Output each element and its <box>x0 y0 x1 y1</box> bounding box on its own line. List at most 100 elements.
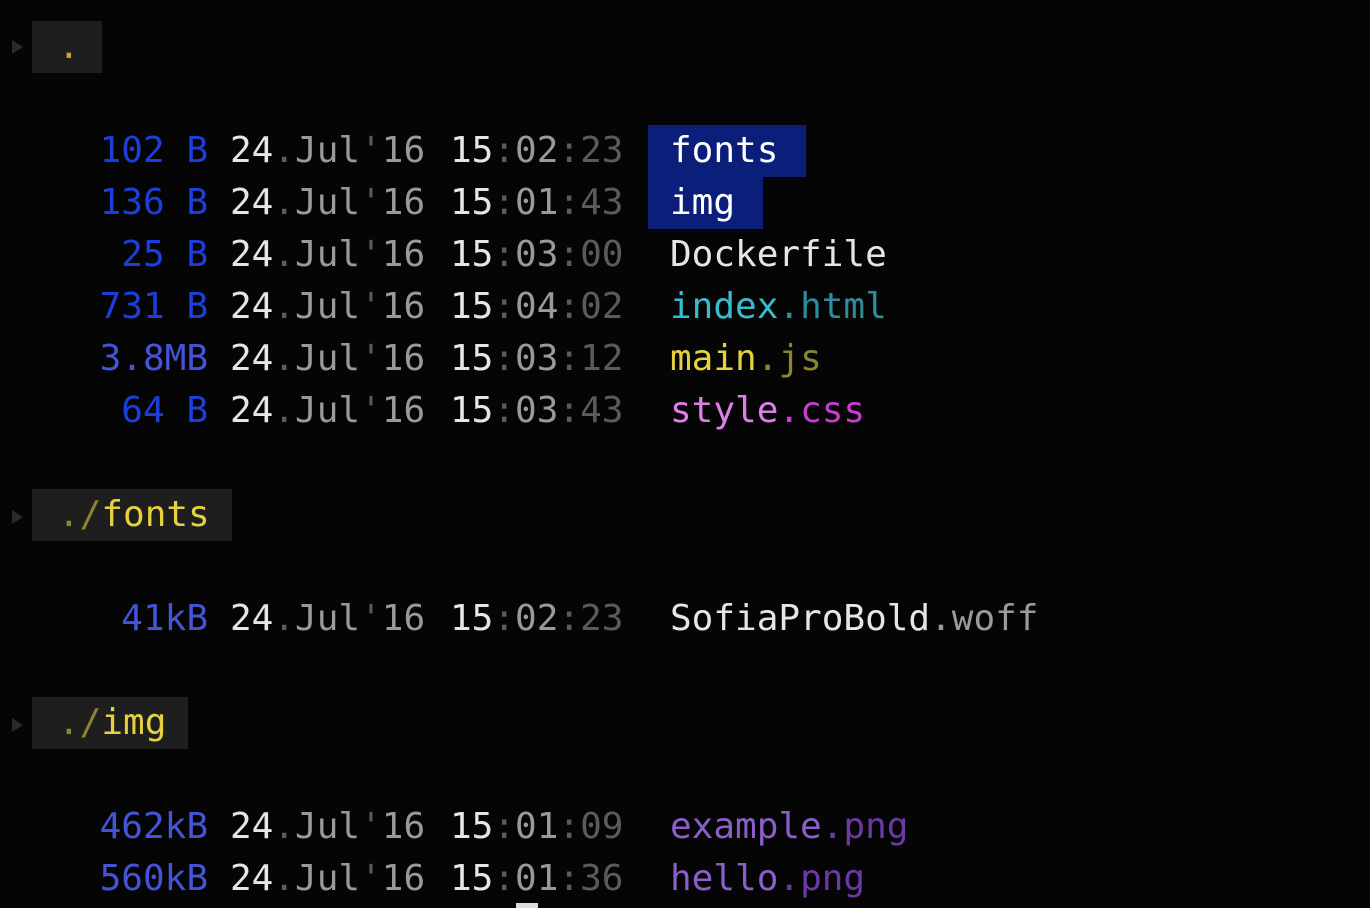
separator: : <box>558 338 581 379</box>
date-day: 24 <box>230 806 274 847</box>
time-minutes: 04 <box>515 286 559 327</box>
file-row[interactable]: 462kB 24.Jul'16 15:01:09 example.png <box>0 801 1370 853</box>
file-size-unit: B <box>164 234 208 275</box>
file-name-cell[interactable]: example.png <box>670 801 908 853</box>
date-day: 24 <box>230 858 274 899</box>
file-size-value: 462 <box>99 806 165 847</box>
file-extension: js <box>778 338 822 379</box>
date-year: 16 <box>381 234 426 275</box>
date-month: Jul <box>295 390 361 431</box>
time-seconds: 23 <box>580 598 624 639</box>
separator: ' <box>360 338 382 379</box>
collapse-arrow-icon[interactable] <box>12 510 23 524</box>
separator: : <box>558 806 581 847</box>
separator: ' <box>360 858 382 899</box>
file-size: 731 B <box>96 281 208 333</box>
file-size-unit: MB <box>164 338 208 379</box>
file-size-value: 25 <box>121 234 165 275</box>
file-row[interactable]: 102 B 24.Jul'16 15:02:23 fonts <box>0 125 1370 177</box>
time-seconds: 09 <box>580 806 624 847</box>
section-header[interactable]: ./fonts <box>32 489 232 541</box>
file-date: 24.Jul'16 <box>230 385 425 437</box>
file-size-value: 3.8 <box>99 338 165 379</box>
section-header[interactable]: . <box>32 21 102 73</box>
file-name-cell[interactable]: main.js <box>670 333 822 385</box>
time-minutes: 03 <box>515 338 559 379</box>
file-extension: woff <box>951 598 1039 639</box>
separator: ' <box>360 234 382 275</box>
date-year: 16 <box>381 130 426 171</box>
file-size: 3.8MB <box>96 333 208 385</box>
separator: ' <box>360 598 382 639</box>
file-name-cell[interactable]: hello.png <box>670 853 865 905</box>
file-size: 560kB <box>96 853 208 905</box>
file-size-value: 41 <box>121 598 165 639</box>
time-minutes: 02 <box>515 130 559 171</box>
separator: . <box>778 390 801 431</box>
separator: : <box>558 234 581 275</box>
separator: : <box>558 286 581 327</box>
date-year: 16 <box>381 858 426 899</box>
time-hours: 15 <box>450 858 494 899</box>
collapse-arrow-icon[interactable] <box>12 40 23 54</box>
directory-name[interactable]: img <box>648 177 764 229</box>
separator: . <box>778 286 801 327</box>
file-size-unit: B <box>164 390 208 431</box>
file-name-cell[interactable]: style.css <box>670 385 865 437</box>
file-size: 102 B <box>96 125 208 177</box>
file-time: 15:01:36 <box>450 853 623 905</box>
file-row[interactable]: 731 B 24.Jul'16 15:04:02 index.html <box>0 281 1370 333</box>
file-row[interactable]: 136 B 24.Jul'16 15:01:43 img <box>0 177 1370 229</box>
time-minutes: 01 <box>515 806 559 847</box>
separator: : <box>558 598 581 639</box>
date-month: Jul <box>295 130 361 171</box>
date-day: 24 <box>230 130 274 171</box>
file-name-cell[interactable]: Dockerfile <box>670 229 887 281</box>
separator: . <box>273 182 296 223</box>
time-hours: 15 <box>450 598 494 639</box>
header-dir-name: img <box>101 702 167 743</box>
file-size-value: 136 <box>99 182 165 223</box>
file-size-unit: kB <box>164 598 208 639</box>
time-seconds: 00 <box>580 234 624 275</box>
file-name-cell[interactable]: index.html <box>670 281 887 333</box>
time-hours: 15 <box>450 182 494 223</box>
separator: : <box>493 130 516 171</box>
time-seconds: 43 <box>580 182 624 223</box>
file-size-unit: B <box>164 130 208 171</box>
file-row[interactable]: 560kB 24.Jul'16 15:01:36 hello.png <box>0 853 1370 905</box>
separator: . <box>930 598 952 639</box>
time-minutes: 02 <box>515 598 559 639</box>
separator: ' <box>360 182 382 223</box>
time-seconds: 23 <box>580 130 624 171</box>
section-header[interactable]: ./img <box>32 697 189 749</box>
file-time: 15:02:23 <box>450 125 623 177</box>
date-year: 16 <box>381 598 426 639</box>
separator: : <box>493 338 516 379</box>
time-hours: 15 <box>450 286 494 327</box>
file-row[interactable]: 25 B 24.Jul'16 15:03:00 Dockerfile <box>0 229 1370 281</box>
file-row[interactable]: 3.8MB 24.Jul'16 15:03:12 main.js <box>0 333 1370 385</box>
file-row[interactable]: 64 B 24.Jul'16 15:03:43 style.css <box>0 385 1370 437</box>
file-size: 25 B <box>96 229 208 281</box>
separator: : <box>558 390 581 431</box>
header-dir-name: fonts <box>101 494 210 535</box>
time-seconds: 02 <box>580 286 624 327</box>
file-time: 15:03:00 <box>450 229 623 281</box>
time-hours: 15 <box>450 338 494 379</box>
time-minutes: 01 <box>515 858 559 899</box>
header-prefix: ./ <box>58 702 102 743</box>
date-day: 24 <box>230 286 274 327</box>
file-name-cell[interactable]: SofiaProBold.woff <box>670 593 1038 645</box>
date-month: Jul <box>295 182 361 223</box>
file-size-unit: kB <box>164 858 208 899</box>
time-minutes: 03 <box>515 390 559 431</box>
file-row[interactable]: 41kB 24.Jul'16 15:02:23 SofiaProBold.woff <box>0 593 1370 645</box>
directory-name[interactable]: fonts <box>648 125 807 177</box>
terminal-cursor <box>516 903 538 908</box>
file-date: 24.Jul'16 <box>230 333 425 385</box>
time-seconds: 43 <box>580 390 624 431</box>
separator: . <box>273 598 296 639</box>
collapse-arrow-icon[interactable] <box>12 718 23 732</box>
file-name: main <box>670 338 757 379</box>
